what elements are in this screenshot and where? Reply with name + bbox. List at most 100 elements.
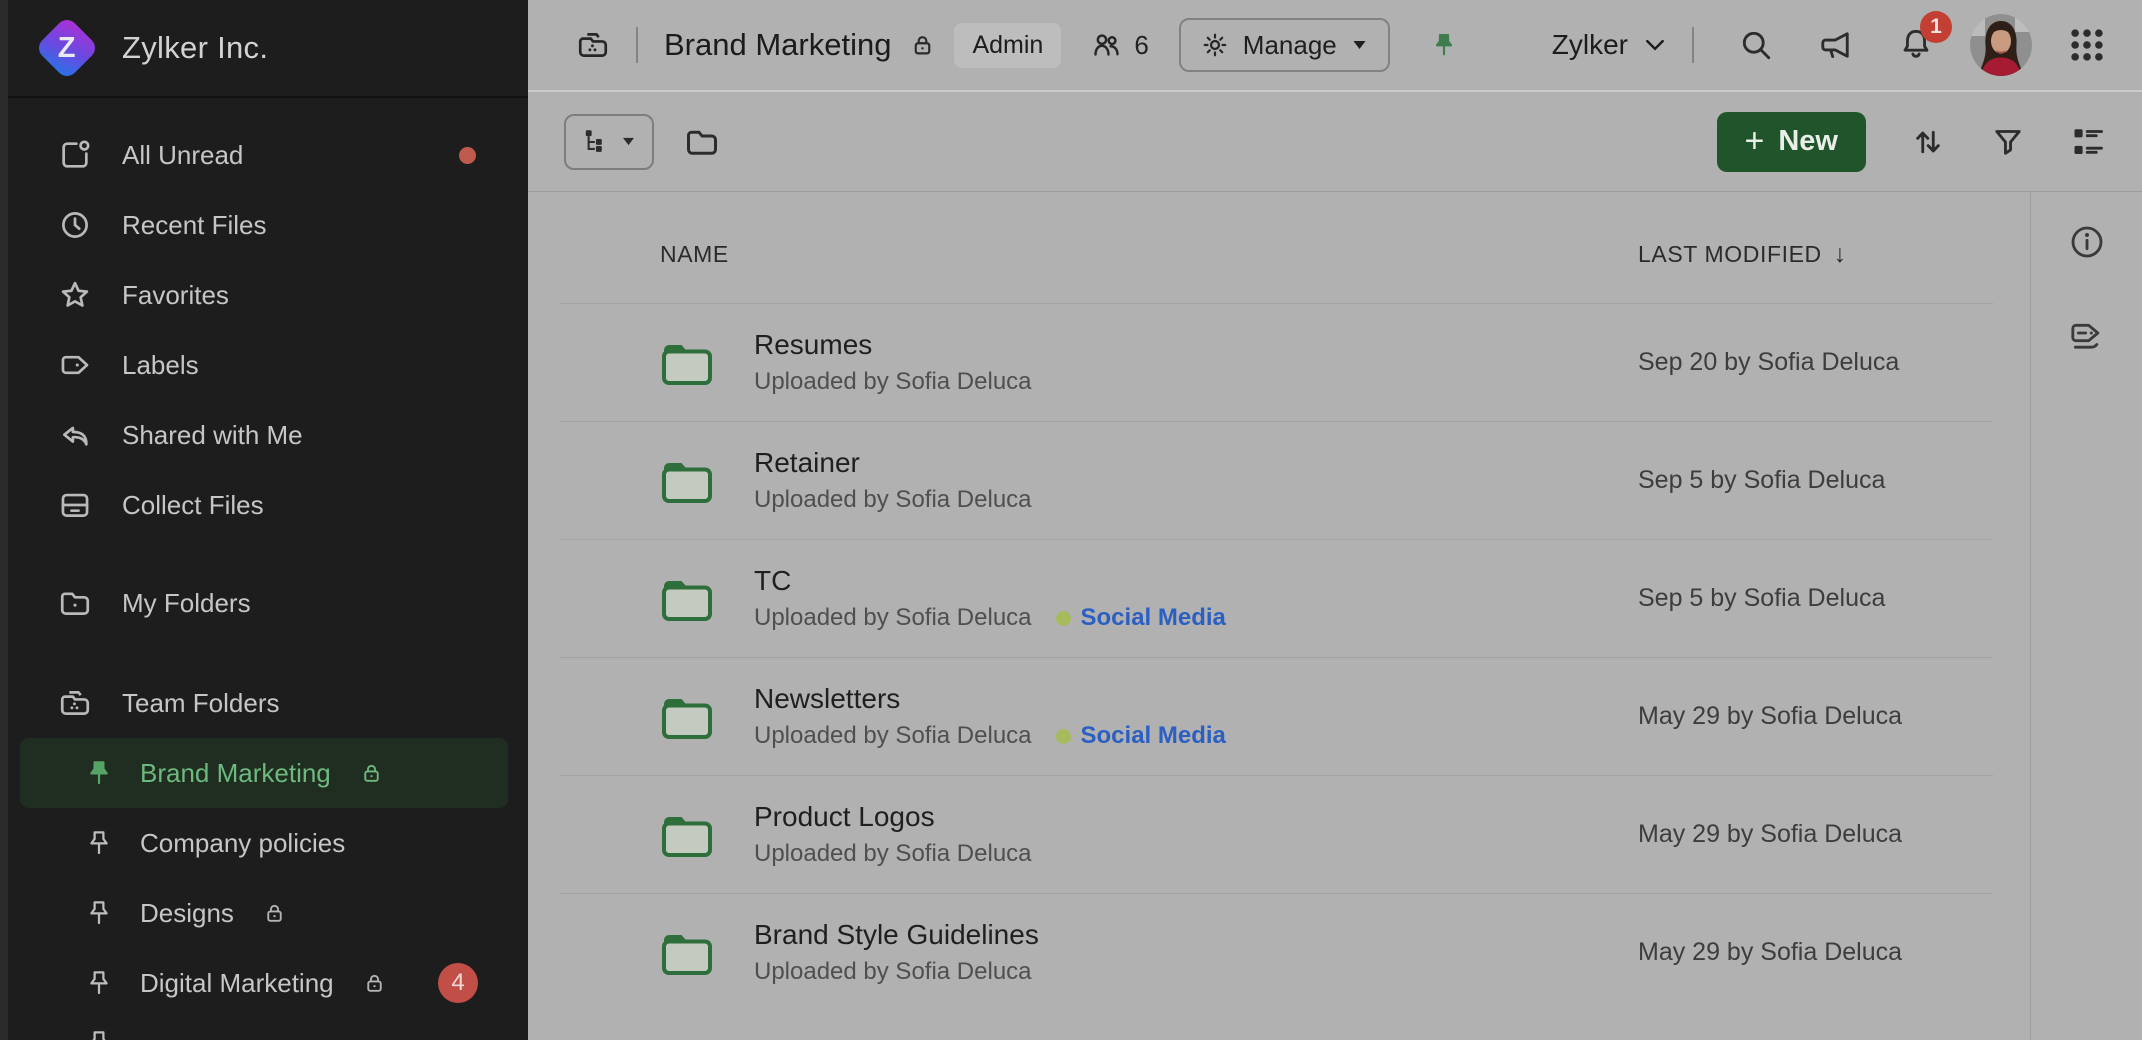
divider <box>1692 27 1694 63</box>
row-main: TC Uploaded by Sofia Deluca Social Media <box>754 565 1638 632</box>
list-layout-button[interactable] <box>2070 124 2106 160</box>
clock-icon <box>58 208 92 242</box>
notifications[interactable]: 1 <box>1898 25 1934 66</box>
row-subtitle: Uploaded by Sofia Deluca Social Media <box>754 604 1638 632</box>
filter-button[interactable] <box>1990 124 2026 160</box>
collect-tray-icon <box>58 488 92 522</box>
sidebar-item-label: My Folders <box>122 588 251 619</box>
star-icon <box>58 278 92 312</box>
last-modified-value: Sep 20 by Sofia Deluca <box>1638 348 1993 377</box>
folder-view-button[interactable] <box>684 124 720 160</box>
org-header[interactable]: Z Zylker Inc. <box>0 0 528 98</box>
info-panel-button[interactable] <box>2067 222 2107 262</box>
folder-icon <box>660 811 714 859</box>
pinned-icon[interactable] <box>1430 31 1458 59</box>
row-main: Newsletters Uploaded by Sofia Deluca Soc… <box>754 683 1638 750</box>
view-mode-dropdown[interactable] <box>564 114 654 170</box>
team-selector[interactable]: Zylker <box>1552 29 1666 61</box>
content: NAME LAST MODIFIED ↓ Resumes Uploaded <box>528 192 2142 1040</box>
list-layout-icon <box>2070 124 2106 160</box>
table-row[interactable]: TC Uploaded by Sofia Deluca Social Media… <box>560 539 1993 657</box>
sidebar-item-company-policies[interactable]: Company policies <box>20 808 508 878</box>
filter-funnel-icon <box>1990 124 2026 160</box>
pin-icon <box>84 898 114 928</box>
members-count-value: 6 <box>1134 30 1148 61</box>
table-row[interactable]: Product Logos Uploaded by Sofia Deluca M… <box>560 775 1993 893</box>
last-modified-value: May 29 by Sofia Deluca <box>1638 938 1993 967</box>
lock-icon <box>359 761 384 786</box>
last-modified-value: Sep 5 by Sofia Deluca <box>1638 584 1993 613</box>
sidebar-item-collect-files[interactable]: Collect Files <box>0 470 528 540</box>
folder-label[interactable]: Social Media <box>1056 604 1226 632</box>
uploaded-by: Uploaded by Sofia Deluca <box>754 368 1032 396</box>
sidebar-item-team-folders[interactable]: Team Folders <box>0 668 528 738</box>
folder-name[interactable]: TC <box>754 565 1638 597</box>
sort-direction-arrow-icon: ↓ <box>1834 240 1847 269</box>
folder-name[interactable]: Product Logos <box>754 801 1638 833</box>
lock-icon <box>362 971 387 996</box>
column-header-name[interactable]: NAME <box>660 241 1638 268</box>
chevron-down-icon <box>1644 36 1666 54</box>
unread-count-badge: 4 <box>438 963 478 1003</box>
table-row[interactable]: Retainer Uploaded by Sofia Deluca Sep 5 … <box>560 421 1993 539</box>
table-row[interactable]: Resumes Uploaded by Sofia Deluca Sep 20 … <box>560 303 1993 421</box>
folder-icon <box>660 457 714 505</box>
column-header-last-modified-label: LAST MODIFIED <box>1638 241 1822 268</box>
members-count[interactable]: 6 <box>1091 30 1148 61</box>
sidebar-item-label: Shared with Me <box>122 420 303 451</box>
sidebar-item-my-folders[interactable]: My Folders <box>0 568 528 638</box>
apps-grid-button[interactable] <box>2068 26 2106 64</box>
uploaded-by: Uploaded by Sofia Deluca <box>754 722 1032 750</box>
sidebar-item-digital-marketing[interactable]: Digital Marketing 4 <box>20 948 508 1018</box>
column-header-last-modified[interactable]: LAST MODIFIED ↓ <box>1638 240 1993 269</box>
sidebar-item-label: Designs <box>140 898 234 929</box>
new-button-label: New <box>1778 125 1838 158</box>
sidebar-item-partial[interactable] <box>20 1018 508 1040</box>
sidebar-item-favorites[interactable]: Favorites <box>0 260 528 330</box>
sidebar-item-labels[interactable]: Labels <box>0 330 528 400</box>
share-arrow-icon <box>58 418 92 452</box>
folder-name[interactable]: Brand Style Guidelines <box>754 919 1638 951</box>
notification-count-badge: 1 <box>1920 11 1952 43</box>
sidebar-item-shared-with-me[interactable]: Shared with Me <box>0 400 528 470</box>
sort-button[interactable] <box>1910 124 1946 160</box>
sidebar-item-all-unread[interactable]: All Unread <box>0 120 528 190</box>
sidebar: Z Zylker Inc. All Unread <box>0 0 528 1040</box>
sidebar-item-designs[interactable]: Designs <box>20 878 508 948</box>
user-avatar[interactable] <box>1970 14 2032 76</box>
uploaded-by: Uploaded by Sofia Deluca <box>754 840 1032 868</box>
folder-name[interactable]: Resumes <box>754 329 1638 361</box>
table-row[interactable]: Brand Style Guidelines Uploaded by Sofia… <box>560 893 1993 1011</box>
pin-icon <box>84 758 114 788</box>
sidebar-item-recent-files[interactable]: Recent Files <box>0 190 528 260</box>
lock-icon <box>909 32 936 59</box>
announcements-button[interactable] <box>1818 27 1854 63</box>
unread-icon <box>58 138 92 172</box>
table-header: NAME LAST MODIFIED ↓ <box>560 192 1993 303</box>
org-logo-icon: Z <box>36 17 98 79</box>
row-main: Resumes Uploaded by Sofia Deluca <box>754 329 1638 396</box>
row-subtitle: Uploaded by Sofia Deluca <box>754 368 1638 396</box>
folder-name[interactable]: Newsletters <box>754 683 1638 715</box>
team-name: Zylker <box>1552 29 1628 61</box>
table-row[interactable]: Newsletters Uploaded by Sofia Deluca Soc… <box>560 657 1993 775</box>
uploaded-by: Uploaded by Sofia Deluca <box>754 958 1032 986</box>
tag-icon <box>58 348 92 382</box>
caret-down-icon <box>1351 39 1368 51</box>
labels-panel-button[interactable] <box>2067 315 2107 355</box>
row-subtitle: Uploaded by Sofia Deluca <box>754 840 1638 868</box>
last-modified-value: May 29 by Sofia Deluca <box>1638 820 1993 849</box>
folder-label[interactable]: Social Media <box>1056 722 1226 750</box>
sidebar-item-brand-marketing[interactable]: Brand Marketing <box>20 738 508 808</box>
sort-arrows-icon <box>1910 124 1946 160</box>
manage-button[interactable]: Manage <box>1179 18 1390 72</box>
members-icon <box>1091 30 1122 61</box>
search-button[interactable] <box>1738 27 1774 63</box>
team-folder-icon <box>576 28 610 62</box>
folder-name[interactable]: Retainer <box>754 447 1638 479</box>
plus-icon: + <box>1745 124 1765 158</box>
new-button[interactable]: + New <box>1717 112 1867 172</box>
sidebar-quick-nav: All Unread Recent Files Favorites <box>0 120 528 1040</box>
org-name: Zylker Inc. <box>122 30 268 66</box>
row-main: Retainer Uploaded by Sofia Deluca <box>754 447 1638 514</box>
